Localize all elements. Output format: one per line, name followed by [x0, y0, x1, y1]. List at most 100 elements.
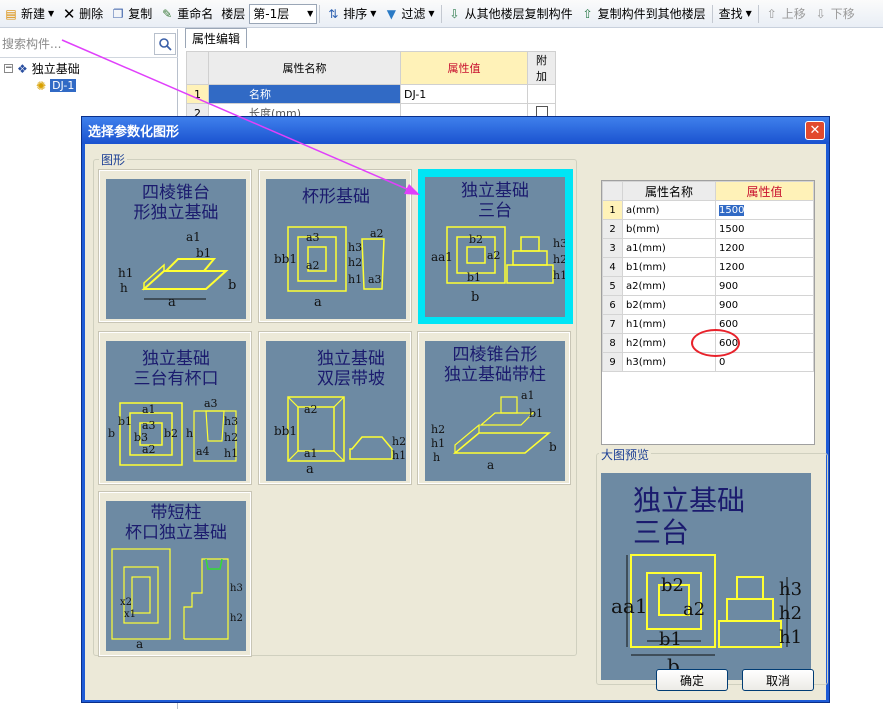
chevron-down-icon: ▼: [370, 9, 377, 18]
floor-select[interactable]: 第-1层 ▼: [249, 3, 318, 24]
svg-text:h1: h1: [348, 273, 362, 286]
table-row[interactable]: 1 名称 DJ-1: [186, 84, 556, 104]
ok-button[interactable]: 确定: [656, 669, 728, 691]
table-row[interactable]: 2 b(mm) 1500: [602, 219, 814, 239]
shape-card-1[interactable]: 四棱锥台 形独立基础 a b a1 b1 h1 h: [98, 169, 252, 323]
new-icon: ▤: [5, 6, 17, 21]
shape-card-7[interactable]: 带短柱 杯口独立基础 x2 x1 a h3 h2: [98, 491, 252, 657]
move-up-button[interactable]: ⇧ 上移: [761, 2, 810, 26]
parameter-table: 属性名称 属性值 1 a(mm) 1500 2 b(mm) 1500 3 a1(mm) 12…: [601, 180, 815, 445]
svg-text:h2: h2: [779, 603, 802, 624]
cancel-button[interactable]: 取消: [742, 669, 814, 691]
table-row[interactable]: 3 a1(mm) 1200: [602, 238, 814, 258]
chevron-down-icon: ▼: [745, 9, 752, 18]
close-button[interactable]: ✕: [805, 121, 825, 140]
svg-text:h1: h1: [779, 627, 802, 648]
param-value[interactable]: 1500: [715, 200, 814, 220]
param-name: b2(mm): [622, 295, 716, 315]
shape-thumbnail: 独立基础 三台 aa1 b2 a2 b1 b h3 h2 h1: [425, 177, 565, 317]
copy-button[interactable]: ❐ 复制: [107, 2, 156, 26]
tree-node-root[interactable]: − ❖ 独立基础: [4, 60, 80, 77]
svg-text:aa1: aa1: [431, 250, 453, 264]
row-number: 6: [602, 295, 623, 315]
property-table: 属性名称 属性值 附加 1 名称 DJ-1 2 长度(mm): [186, 51, 556, 123]
shape-card-6[interactable]: 四棱锥台形 独立基础带柱 h2 h1 h a1 b1 b a: [417, 331, 571, 485]
move-up-label: 上移: [781, 7, 806, 21]
copy-to-floor-button[interactable]: ⇧ 复制构件到其他楼层: [577, 2, 710, 26]
frustum-column-foundation-drawing: h2 h1 h a1 b1 b a: [431, 389, 557, 472]
search-button[interactable]: [154, 32, 176, 55]
shape-card-4[interactable]: 独立基础 三台有杯口 b b1 a1 a3 b3 b2 a2 a3 a4 h h…: [98, 331, 252, 485]
row-number: 7: [602, 314, 623, 334]
param-name: h3(mm): [622, 352, 716, 372]
param-name: b1(mm): [622, 257, 716, 277]
rename-button[interactable]: ✎ 重命名: [156, 2, 217, 26]
svg-text:a1: a1: [521, 389, 535, 402]
svg-text:a3: a3: [204, 397, 218, 410]
sort-button[interactable]: ⇅ 排序 ▼: [322, 2, 380, 26]
table-row[interactable]: 4 b1(mm) 1200: [602, 257, 814, 277]
svg-text:h3: h3: [348, 241, 362, 254]
param-value[interactable]: 1200: [715, 238, 814, 258]
table-row[interactable]: 6 b2(mm) 900: [602, 295, 814, 315]
copy-icon: ❐: [112, 6, 124, 21]
copy-to-floor-icon: ⇧: [582, 6, 593, 21]
param-value[interactable]: 900: [715, 276, 814, 296]
delete-label: 删除: [79, 7, 104, 21]
svg-text:a: a: [168, 295, 176, 310]
new-button[interactable]: ▤ 新建 ▼: [0, 2, 58, 26]
copy-label: 复制: [128, 7, 153, 21]
svg-text:a: a: [306, 462, 314, 477]
svg-text:h: h: [120, 281, 128, 295]
search-input[interactable]: 搜索构件...: [0, 35, 154, 52]
svg-text:h2: h2: [553, 253, 565, 266]
svg-text:b2: b2: [164, 427, 178, 440]
shape-card-5[interactable]: 独立基础 双层带坡 bb1 a2 a1 a h2 h1: [258, 331, 412, 485]
svg-text:b1: b1: [529, 407, 543, 420]
table-row[interactable]: 5 a2(mm) 900: [602, 276, 814, 296]
collapse-icon[interactable]: −: [4, 64, 13, 73]
svg-text:a: a: [314, 295, 322, 310]
frustum-foundation-drawing: a b a1 b1 h1 h: [118, 230, 236, 310]
chevron-down-icon: ▼: [307, 9, 314, 18]
param-value[interactable]: 1200: [715, 257, 814, 277]
param-value[interactable]: 900: [715, 295, 814, 315]
table-row[interactable]: 1 a(mm) 1500: [602, 200, 814, 220]
row-value[interactable]: DJ-1: [400, 84, 528, 104]
shape-card-3-selected[interactable]: 独立基础 三台 aa1 b2 a2 b1 b h3 h2 h1: [418, 169, 573, 324]
param-value[interactable]: 0: [715, 352, 814, 372]
svg-text:h1: h1: [553, 269, 565, 282]
find-button[interactable]: 查找 ▼: [715, 2, 756, 26]
svg-text:aa1: aa1: [611, 594, 648, 618]
arrow-up-icon: ⇧: [766, 6, 777, 21]
param-value[interactable]: 1500: [715, 219, 814, 239]
toolbar-divider: [711, 4, 713, 23]
shape-card-2[interactable]: 杯形基础 bb1 a3 a2 h3 h2 h1 a2 a3 a: [258, 169, 412, 323]
svg-text:bb1: bb1: [274, 424, 297, 438]
param-header-value: 属性值: [715, 181, 814, 201]
cancel-label: 取消: [765, 673, 790, 688]
tab-property-edit[interactable]: 属性编辑: [185, 28, 248, 48]
delete-button[interactable]: ✕ 删除: [58, 2, 107, 26]
tree-node-child[interactable]: ✺ DJ-1: [4, 77, 80, 94]
row-number: 5: [602, 276, 623, 296]
row-number: 1: [602, 200, 623, 220]
toolbar-divider: [440, 4, 442, 23]
param-value[interactable]: 600: [715, 314, 814, 334]
copy-to-floor-label: 复制构件到其他楼层: [597, 7, 706, 21]
move-down-button[interactable]: ⇩ 下移: [810, 2, 859, 26]
three-step-cup-foundation-drawing: b b1 a1 a3 b3 b2 a2 a3 a4 h h3 h2 h1: [108, 397, 238, 466]
filter-label: 过滤: [401, 7, 426, 21]
filter-button[interactable]: ▼ 过滤 ▼: [380, 2, 438, 26]
svg-text:a2: a2: [487, 249, 501, 262]
copy-from-floor-icon: ⇩: [449, 6, 460, 21]
shape-thumbnail: 杯形基础 bb1 a3 a2 h3 h2 h1 a2 a3 a: [266, 179, 406, 319]
svg-text:b1: b1: [118, 415, 132, 428]
svg-text:a2: a2: [370, 227, 384, 240]
search-bar: 搜索构件...: [0, 30, 178, 58]
header-name: 属性名称: [208, 51, 401, 85]
copy-from-floor-button[interactable]: ⇩ 从其他楼层复制构件: [444, 2, 577, 26]
svg-text:h3: h3: [224, 415, 238, 428]
floor-label-text: 楼层: [221, 7, 246, 21]
corner-cell: [186, 51, 209, 85]
